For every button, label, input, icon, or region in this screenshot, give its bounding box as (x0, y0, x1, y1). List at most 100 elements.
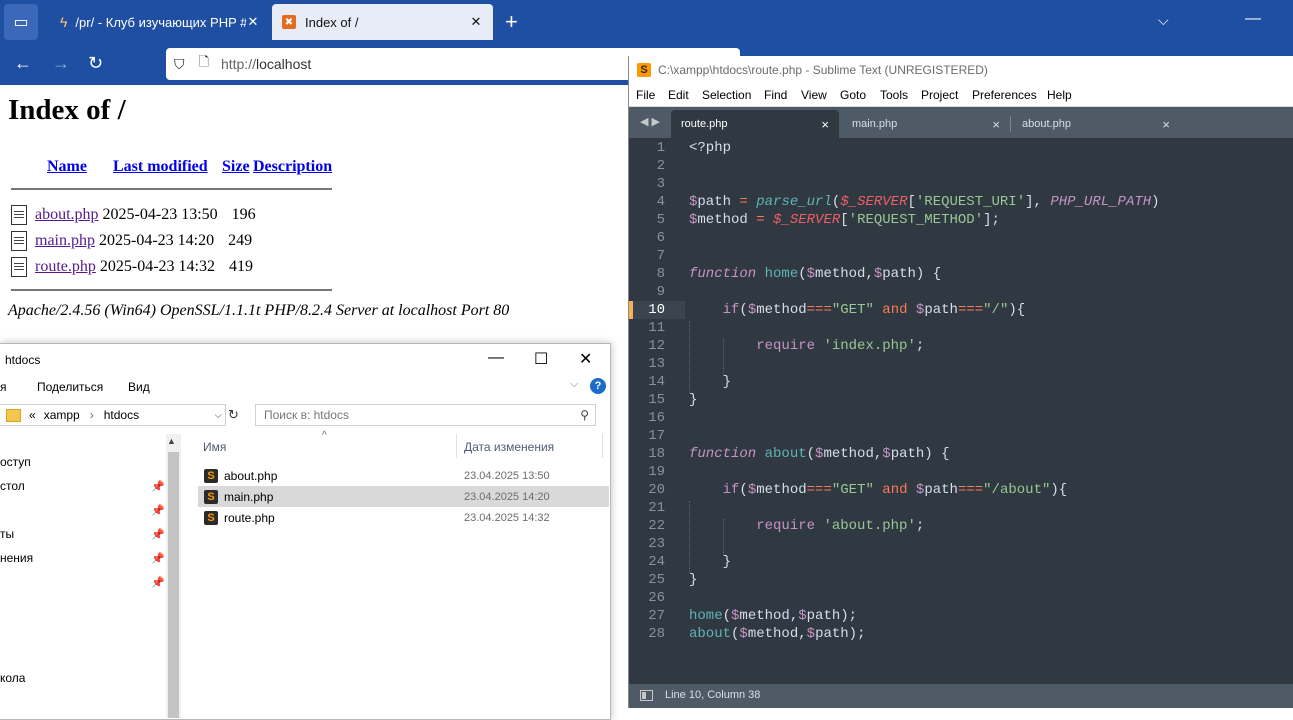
code-line[interactable]: } (689, 554, 731, 570)
column-separator[interactable] (602, 434, 603, 458)
divider (11, 188, 332, 190)
code-line[interactable]: <?php (689, 140, 731, 156)
file-name: route.php (224, 510, 275, 525)
page-info-icon[interactable]: 🗋 (199, 53, 209, 75)
nav-item-desktop[interactable]: стол (0, 479, 25, 493)
maximize-icon[interactable]: ☐ (534, 349, 548, 369)
address-dropdown-icon[interactable]: ⌵ (214, 410, 222, 421)
editor-tab-about[interactable]: about.php × (1012, 110, 1180, 138)
menu-find[interactable]: Find (764, 88, 787, 102)
ribbon-tab-share[interactable]: Поделиться (37, 380, 103, 394)
menu-goto[interactable]: Goto (840, 88, 866, 102)
forward-button[interactable]: → (52, 52, 70, 74)
code-line[interactable]: about($method,$path); (689, 626, 865, 642)
code-token: ; (915, 338, 925, 354)
file-row[interactable]: S about.php 23.04.2025 13:50 (198, 465, 609, 486)
close-tab-icon[interactable]: ✕ (246, 14, 260, 30)
column-separator[interactable] (456, 434, 457, 458)
close-icon[interactable]: ✕ (579, 349, 592, 369)
help-icon[interactable]: ? (590, 378, 606, 394)
code-token: } (689, 374, 732, 390)
scroll-up-icon[interactable]: ▲ (167, 436, 176, 446)
tab-scroll-arrows-icon[interactable]: ◀ ▶ (640, 115, 660, 128)
column-size-link[interactable]: Size (222, 158, 250, 176)
file-row[interactable]: S route.php 23.04.2025 14:32 (198, 507, 609, 528)
url-text[interactable]: http://localhost (221, 56, 311, 72)
code-token: === (806, 302, 832, 318)
minimize-icon[interactable]: — (488, 349, 504, 367)
code-token: PHP_URL_PATH (1050, 194, 1152, 210)
nav-item-quick-access[interactable]: оступ (0, 455, 31, 469)
address-bar[interactable]: « xampp › htdocs ⌵ (0, 404, 226, 426)
editor-tab-route[interactable]: route.php × (671, 110, 839, 138)
back-button[interactable]: ← (14, 52, 32, 74)
code-line[interactable]: } (689, 392, 697, 408)
code-line[interactable]: $path = parse_url($_SERVER['REQUEST_URI'… (689, 194, 1160, 210)
ribbon-tab-view[interactable]: я (0, 380, 7, 394)
column-header-name[interactable]: Имя (203, 440, 226, 454)
code-line[interactable]: function home($method,$path) { (689, 266, 941, 282)
search-input[interactable]: Поиск в: htdocs ⚲ (255, 404, 596, 426)
code-line[interactable]: } (689, 572, 697, 588)
browser-tab-index[interactable]: ✖ Index of / ✕ (272, 4, 493, 40)
file-link[interactable]: route.php (35, 258, 96, 276)
pin-icon: 📌 (151, 505, 165, 517)
menu-project[interactable]: Project (921, 88, 958, 102)
file-row[interactable]: S main.php 23.04.2025 14:20 (198, 486, 609, 507)
sidebar-toggle-icon[interactable] (640, 690, 653, 701)
menu-help[interactable]: Help (1047, 88, 1072, 102)
file-icon (11, 231, 27, 251)
breadcrumb-htdocs[interactable]: htdocs (104, 408, 139, 422)
reload-button[interactable]: ↻ (88, 52, 103, 74)
browser-tab-club[interactable]: ϟ /pr/ - Клуб изучающих PHP #1 ✕ (50, 4, 270, 40)
code-line[interactable]: home($method,$path); (689, 608, 857, 624)
refresh-icon[interactable]: ↻ (228, 404, 244, 426)
editor-tab-main[interactable]: main.php × (842, 110, 1010, 138)
menu-view[interactable]: View (801, 88, 827, 102)
code-line[interactable]: require 'about.php'; (689, 518, 924, 534)
close-tab-icon[interactable]: × (1162, 117, 1170, 132)
column-modified-link[interactable]: Last modified (113, 158, 208, 176)
code-token: ( (722, 608, 732, 624)
breadcrumb-overflow[interactable]: « (29, 408, 36, 422)
menu-file[interactable]: File (636, 88, 655, 102)
nav-item-documents[interactable]: ты (0, 527, 14, 541)
column-description-link[interactable]: Description (253, 158, 332, 176)
shield-icon[interactable]: ⛉ (174, 56, 185, 73)
code-token: path (806, 608, 841, 624)
code-token: ( (739, 482, 748, 498)
nav-scrollbar-thumb[interactable] (168, 452, 179, 718)
menu-preferences[interactable]: Preferences (972, 88, 1037, 102)
tab-overview-button[interactable]: ▭ (4, 4, 38, 40)
menu-selection[interactable]: Selection (702, 88, 751, 102)
code-line[interactable]: require 'index.php'; (689, 338, 924, 354)
file-link[interactable]: main.php (35, 232, 95, 250)
column-header-date[interactable]: Дата изменения (464, 440, 554, 454)
expand-ribbon-chevron-icon[interactable]: ⌵ (570, 378, 578, 391)
code-line[interactable]: } (689, 374, 731, 390)
menu-edit[interactable]: Edit (668, 88, 689, 102)
column-name-link[interactable]: Name (47, 158, 87, 176)
code-line[interactable]: if($method==="GET" and $path==="/"){ (689, 302, 1026, 318)
file-link[interactable]: about.php (35, 206, 99, 224)
code-token: , (798, 626, 807, 642)
code-line[interactable]: if($method==="GET" and $path==="/about")… (689, 482, 1068, 498)
search-icon[interactable]: ⚲ (580, 408, 589, 422)
list-tabs-chevron-icon[interactable]: ⌵ (1158, 12, 1169, 29)
nav-item-school[interactable]: кола (0, 671, 25, 685)
code-token: ); (848, 626, 866, 642)
close-tab-icon[interactable]: × (992, 117, 1000, 132)
menu-tools[interactable]: Tools (880, 88, 908, 102)
sublime-logo-icon: S (637, 63, 651, 77)
close-tab-icon[interactable]: ✕ (469, 14, 483, 30)
ribbon-tab-view-menu[interactable]: Вид (128, 380, 150, 394)
breadcrumb-xampp[interactable]: xampp (44, 408, 80, 422)
close-tab-icon[interactable]: × (821, 117, 829, 132)
line-number: 8 (656, 266, 665, 282)
code-line[interactable]: $method = $_SERVER['REQUEST_METHOD']; (689, 212, 1000, 228)
code-line[interactable]: function about($method,$path) { (689, 446, 950, 462)
nav-item-images[interactable]: нения (0, 551, 33, 565)
minimize-icon[interactable]: — (1245, 10, 1261, 28)
new-tab-button[interactable]: + (505, 10, 518, 34)
